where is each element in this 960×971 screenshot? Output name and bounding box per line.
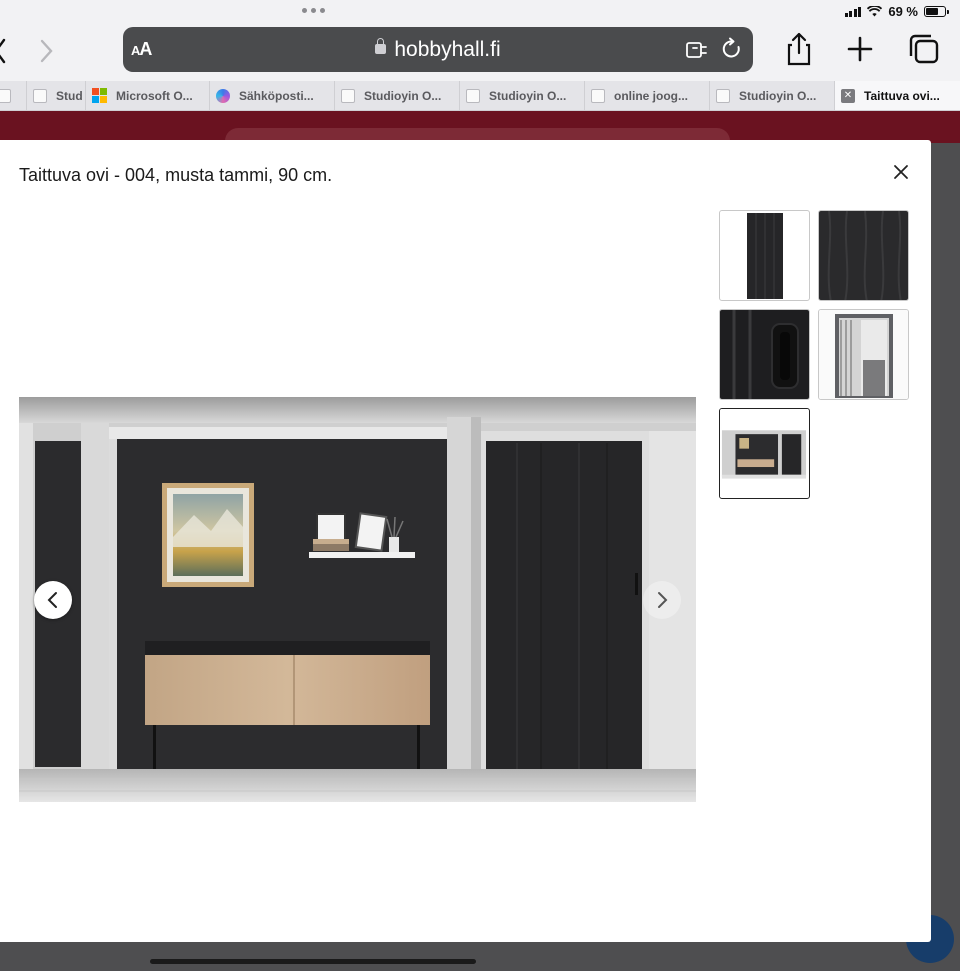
site-header <box>0 111 960 154</box>
generic-page-icon <box>341 88 355 103</box>
generic-page-icon <box>33 88 47 103</box>
tab-7[interactable]: Studioyin O... <box>709 81 834 110</box>
close-tab-icon[interactable]: ✕ <box>841 88 855 103</box>
reload-icon[interactable] <box>721 37 743 61</box>
address-bar[interactable]: AA hobbyhall.fi <box>123 27 753 72</box>
copilot-icon <box>216 88 230 103</box>
thumbnail-wood-texture[interactable] <box>818 210 909 301</box>
battery-percent: 69 % <box>888 4 918 19</box>
generic-page-icon <box>0 88 11 103</box>
door-front-image <box>747 213 783 299</box>
tab-bar: Stud Microsoft O... Sähköposti... Studio… <box>0 81 960 111</box>
next-image-button[interactable] <box>643 581 681 619</box>
back-icon[interactable] <box>0 36 10 66</box>
tab-label: Microsoft O... <box>116 88 193 103</box>
url-text: hobbyhall.fi <box>394 38 501 61</box>
generic-page-icon <box>466 88 480 103</box>
thumbnail-room-scene[interactable] <box>719 408 810 499</box>
main-product-image[interactable] <box>19 397 696 802</box>
home-indicator <box>150 959 476 964</box>
room-scene-thumbnail-image <box>720 409 808 497</box>
url-display[interactable]: hobbyhall.fi <box>123 38 753 62</box>
lock-icon <box>375 38 387 54</box>
share-icon[interactable] <box>781 31 817 67</box>
handle-closeup-image <box>720 310 809 399</box>
status-indicators: 69 % <box>844 4 949 19</box>
tab-2[interactable]: Microsoft O... <box>85 81 209 110</box>
tab-label: online joog... <box>614 88 688 103</box>
chevron-right-icon <box>658 592 668 608</box>
battery-icon <box>924 6 949 17</box>
image-gallery-modal: Taittuva ovi - 004, musta tammi, 90 cm. <box>0 140 931 942</box>
forward-icon[interactable] <box>36 36 56 66</box>
previous-image-button[interactable] <box>34 581 72 619</box>
multitasking-dots[interactable] <box>302 8 325 13</box>
tab-label: Studioyin O... <box>489 88 567 103</box>
signal-icon <box>844 6 862 17</box>
tab-label: Taittuva ovi... <box>864 88 940 103</box>
close-icon[interactable] <box>890 161 912 183</box>
tab-5[interactable]: Studioyin O... <box>459 81 584 110</box>
thumbnail-door-open[interactable] <box>818 309 909 400</box>
status-bar: 69 % <box>0 0 960 24</box>
tab-1[interactable]: Stud <box>26 81 85 110</box>
new-tab-icon[interactable] <box>842 31 878 67</box>
tab-active[interactable]: ✕ Taittuva ovi... <box>834 81 960 110</box>
tab-4[interactable]: Studioyin O... <box>334 81 459 110</box>
tab-label: Studioyin O... <box>739 88 817 103</box>
tab-label: Stud <box>56 88 83 103</box>
wifi-icon <box>867 6 883 17</box>
folding-door <box>486 441 642 769</box>
tab-hidden[interactable] <box>0 81 26 110</box>
tab-6[interactable]: online joog... <box>584 81 709 110</box>
product-title: Taittuva ovi - 004, musta tammi, 90 cm. <box>19 165 333 185</box>
tab-3[interactable]: Sähköposti... <box>209 81 334 110</box>
wood-texture-image <box>819 211 908 300</box>
tab-label: Studioyin O... <box>364 88 442 103</box>
chevron-left-icon <box>47 592 57 608</box>
sideboard <box>145 655 430 725</box>
tab-label: Sähköposti... <box>239 88 314 103</box>
generic-page-icon <box>591 88 605 103</box>
browser-toolbar: AA hobbyhall.fi <box>0 24 960 81</box>
thumbnail-handle-closeup[interactable] <box>719 309 810 400</box>
room-scene-image <box>19 397 696 802</box>
thumbnail-door-front[interactable] <box>719 210 810 301</box>
extension-icon[interactable] <box>685 39 709 61</box>
microsoft-logo-icon <box>92 88 107 103</box>
door-open-image <box>819 310 908 399</box>
tabs-overview-icon[interactable] <box>906 31 942 67</box>
generic-page-icon <box>716 88 730 103</box>
